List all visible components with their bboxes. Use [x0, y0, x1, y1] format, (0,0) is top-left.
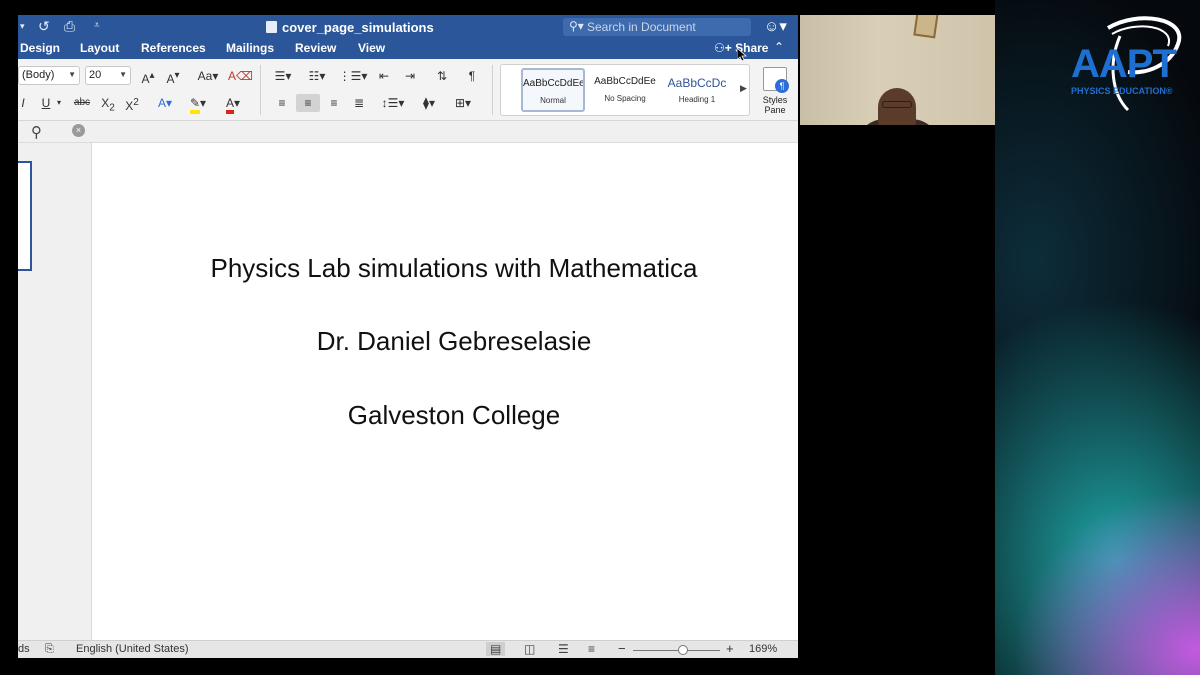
style-sample: AaBbCcDc [667, 76, 727, 90]
customize-qat-icon[interactable]: ⩡ [94, 20, 100, 31]
tab-layout[interactable]: Layout [80, 41, 119, 55]
line-spacing-icon[interactable]: ↕☰▾ [378, 94, 408, 112]
print-layout-icon[interactable]: ▤ [486, 642, 506, 656]
title-bar: ▾ ↺ ⎙ ⩡ cover_page_simulations ⚲▾ Search… [18, 15, 798, 39]
shrink-font-icon[interactable]: A▾ [162, 67, 184, 86]
zoom-slider-track[interactable] [633, 650, 720, 651]
style-heading-1[interactable]: AaBbCcDc Heading 1 [665, 68, 729, 112]
styles-pane-label: Styles [762, 95, 788, 105]
search-icon[interactable]: ⚲ [31, 123, 42, 141]
chevron-down-icon: ▼ [119, 70, 127, 79]
qat-dropdown-icon[interactable]: ▾ [20, 21, 25, 32]
chevron-down-icon: ▼ [68, 70, 76, 79]
style-sample: AaBbCcDdEe [523, 78, 583, 89]
navigation-header: ⚲ × [18, 121, 798, 143]
document-title: cover_page_simulations [282, 20, 434, 35]
print-icon[interactable]: ⎙ [64, 18, 75, 35]
ribbon-separator [492, 65, 493, 115]
tab-review[interactable]: Review [295, 41, 336, 55]
styles-pane-label: Pane [764, 105, 786, 115]
document-canvas[interactable]: Physics Lab simulations with Mathematica… [92, 143, 798, 640]
zoom-level[interactable]: 169% [749, 643, 777, 655]
font-color-icon[interactable]: A▾ [218, 94, 248, 114]
language-status[interactable]: English (United States) [76, 643, 189, 655]
style-name: Normal [540, 96, 566, 105]
chevron-up-icon[interactable]: ⌃ [774, 40, 784, 54]
font-size-value: 20 [89, 69, 102, 81]
webcam-video [800, 15, 995, 125]
style-sample: AaBbCcDdEe [594, 76, 656, 87]
close-icon[interactable]: × [72, 124, 85, 137]
shading-icon[interactable]: ⧫▾ [416, 94, 442, 112]
decrease-indent-icon[interactable]: ⇤ [374, 67, 394, 85]
outline-view-icon[interactable]: ☰ [558, 642, 569, 656]
aapt-logo-text: AAPT [1071, 42, 1177, 86]
zoom-in-icon[interactable]: + [726, 641, 734, 656]
navigation-pane [18, 143, 92, 640]
search-icon: ⚲▾ [569, 19, 584, 33]
search-in-document-input[interactable]: ⚲▾ Search in Document [563, 18, 751, 36]
font-size-combo[interactable]: 20 ▼ [85, 66, 131, 85]
superscript-button[interactable]: X2 [122, 94, 142, 113]
bullets-icon[interactable]: ☰▾ [268, 67, 298, 85]
web-layout-icon[interactable]: ◫ [524, 642, 535, 656]
presenter-glasses [882, 101, 912, 108]
styles-pane-button[interactable]: ¶ Styles Pane [756, 67, 794, 115]
word-count-status[interactable]: ds [18, 643, 30, 655]
tab-design[interactable]: Design [20, 41, 60, 55]
italic-button[interactable]: I [18, 94, 28, 112]
doc-title-line: Physics Lab simulations with Mathematica [210, 253, 698, 283]
styles-pane-icon: ¶ [763, 67, 789, 93]
doc-author-line: Dr. Daniel Gebreselasie [316, 326, 592, 356]
change-case-icon[interactable]: Aa▾ [193, 67, 223, 85]
proofing-icon[interactable]: ⎘ [45, 643, 54, 656]
styles-gallery: AaBbCcDdEe Normal AaBbCcDdEe No Spacing … [500, 64, 750, 116]
page-thumbnail[interactable] [18, 161, 32, 271]
align-center-icon[interactable]: ≡ [296, 94, 320, 112]
style-name: Heading 1 [678, 95, 716, 104]
feedback-smiley-icon[interactable]: ☺▾ [764, 17, 787, 35]
search-placeholder: Search in Document [587, 20, 696, 34]
align-right-icon[interactable]: ≡ [324, 94, 344, 112]
multilevel-list-icon[interactable]: ⋮☰▾ [338, 67, 368, 85]
highlight-color-icon[interactable]: ✎▾ [183, 94, 213, 114]
subscript-button[interactable]: X2 [98, 94, 118, 113]
ribbon-tab-bar: Design Layout References Mailings Review… [18, 39, 798, 59]
borders-icon[interactable]: ⊞▾ [448, 94, 478, 112]
add-person-icon: ⚇+ [714, 41, 736, 55]
zoom-out-icon[interactable]: − [618, 641, 626, 656]
grow-font-icon[interactable]: A▴ [137, 67, 159, 86]
font-name-value: (Body) [22, 69, 55, 81]
home-ribbon: (Body) ▼ 20 ▼ A▴ A▾ Aa▾ A⌫ I U ▾ abc X2 … [18, 59, 798, 121]
tab-references[interactable]: References [141, 41, 206, 55]
text-effects-icon[interactable]: A▾ [153, 94, 177, 112]
increase-indent-icon[interactable]: ⇥ [400, 67, 420, 85]
style-no-spacing[interactable]: AaBbCcDdEe No Spacing [593, 68, 657, 112]
clear-formatting-icon[interactable]: A⌫ [228, 67, 253, 85]
style-normal[interactable]: AaBbCcDdEe Normal [521, 68, 585, 112]
sort-icon[interactable]: ⇅ [432, 67, 452, 85]
draft-view-icon[interactable]: ≡ [588, 642, 595, 656]
status-bar: ds ⎘ English (United States) ▤ ◫ ☰ ≡ − +… [18, 640, 798, 658]
tab-mailings[interactable]: Mailings [226, 41, 274, 55]
tab-view[interactable]: View [358, 41, 385, 55]
ribbon-separator [260, 65, 261, 115]
zoom-slider-handle[interactable] [678, 645, 688, 655]
aapt-logo-subtext: PHYSICS EDUCATION® [1071, 86, 1173, 96]
gallery-more-arrow-icon[interactable]: ▶ [740, 83, 747, 94]
doc-institution-line: Galveston College [347, 400, 561, 430]
word-window: ▾ ↺ ⎙ ⩡ cover_page_simulations ⚲▾ Search… [18, 15, 798, 658]
wall-picture [913, 15, 939, 39]
font-name-combo[interactable]: (Body) ▼ [18, 66, 80, 85]
undo-icon[interactable]: ↺ [38, 18, 50, 35]
style-name: No Spacing [604, 94, 646, 103]
underline-button[interactable]: U [38, 94, 54, 112]
show-formatting-marks-icon[interactable]: ¶ [462, 67, 482, 85]
justify-icon[interactable]: ≣ [349, 94, 369, 112]
numbering-icon[interactable]: ☷▾ [302, 67, 332, 85]
strikethrough-button[interactable]: abc [70, 94, 94, 112]
underline-dropdown-icon[interactable]: ▾ [54, 94, 64, 112]
word-doc-icon [266, 21, 277, 33]
align-left-icon[interactable]: ≡ [272, 94, 292, 112]
